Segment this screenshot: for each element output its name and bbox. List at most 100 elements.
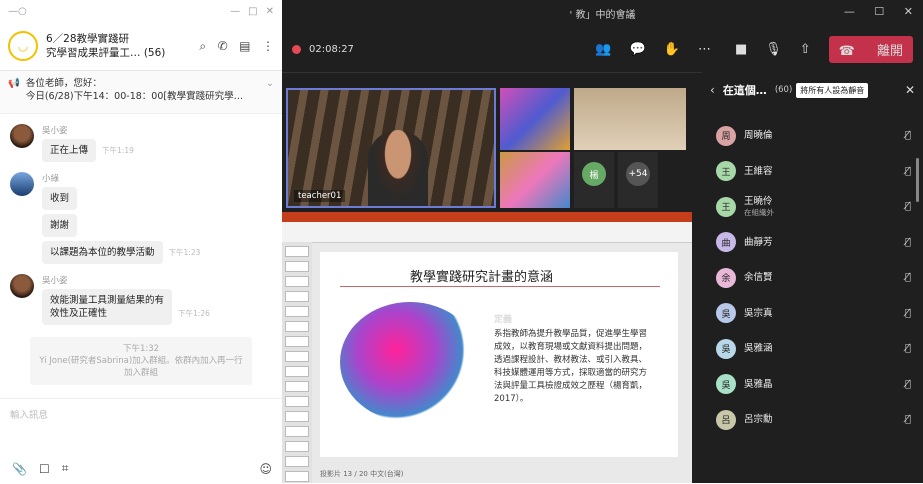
slide-thumbnail [285, 396, 309, 407]
mic-off-icon[interactable]: 🎙̸ [905, 343, 911, 354]
overflow-tile[interactable]: +54 [618, 152, 658, 208]
pinned-line1: 各位老師，您好： [25, 78, 102, 89]
system-time: 下午1:32 [122, 344, 160, 354]
message-text: 效性及正確性 [50, 308, 108, 319]
message-bubble[interactable]: 收到 [42, 187, 78, 210]
avatar-tile[interactable]: 楊 [574, 152, 614, 208]
participant-row[interactable]: 曲 曲靜芳 🎙̸ [702, 225, 923, 261]
participant-list[interactable]: 周 周曉倫 🎙̸ 王 王維容 🎙̸ 王 王曉伶 在組織外 🎙̸ 曲 曲靜芳 🎙̸ … [702, 118, 923, 438]
mic-off-icon[interactable]: 🎙̸ [905, 272, 911, 283]
message-item: 吳小姿 效能測量工具測量結果的有 效性及正確性 下午1:26 [10, 274, 272, 329]
message-bubble[interactable]: 謝謝 [42, 214, 78, 237]
reactions-icon[interactable]: ✋ [664, 42, 680, 57]
more-actions-icon[interactable]: ⋯ [698, 42, 711, 57]
message-bubble[interactable]: 正在上傳 [42, 139, 97, 162]
slide-thumbnail [285, 291, 309, 302]
avatar[interactable] [10, 172, 34, 196]
slide-thumbnail [285, 471, 309, 482]
participants-icon[interactable]: 👥 [595, 42, 611, 57]
close-button[interactable]: ✕ [266, 6, 274, 17]
mic-off-icon[interactable]: 🎙 [765, 42, 782, 57]
message-text: 收到 [50, 193, 70, 204]
message-bubble[interactable]: 效能測量工具測量結果的有 效性及正確性 [42, 289, 173, 325]
scrollbar[interactable] [916, 158, 919, 202]
more-icon[interactable]: ⋮ [262, 39, 274, 53]
screenshot-icon[interactable]: ⌗ [62, 461, 69, 476]
video-tile[interactable] [500, 152, 570, 208]
slide-thumbnail [285, 411, 309, 422]
camera-icon[interactable]: ■ [735, 42, 747, 57]
group-title[interactable]: 6／28教學實踐研 究學習成果評量工… (56) [46, 32, 191, 60]
attach-icon[interactable]: 📎 [12, 462, 27, 476]
slide-thumbnail [285, 426, 309, 437]
close-icon[interactable]: ✕ [905, 83, 915, 97]
mic-off-icon[interactable]: 🎙̸ [905, 379, 911, 390]
slide-thumbnail [285, 321, 309, 332]
message-text: 謝謝 [50, 220, 70, 231]
group-avatar[interactable]: ◡ [8, 31, 38, 61]
participant-subtitle: 在組織外 [744, 207, 774, 217]
mic-off-icon[interactable]: 🎙̸ [905, 130, 911, 141]
avatar: 呂 [716, 409, 736, 430]
participant-row[interactable]: 周 周曉倫 🎙̸ [702, 118, 923, 154]
participant-row[interactable]: 吳 吳雅涵 🎙̸ [702, 331, 923, 367]
video-tile-main[interactable]: teacher01 [286, 88, 496, 208]
emoji-icon[interactable]: ☺ [259, 462, 272, 476]
participant-row[interactable]: 余 余信賢 🎙̸ [702, 260, 923, 296]
slide-thumbnail [285, 261, 309, 272]
mute-all-button[interactable]: 將所有人設為靜音 [796, 82, 869, 98]
message-text: 以課題為本位的教學活動 [50, 247, 155, 258]
participant-row[interactable]: 王 王維容 🎙̸ [702, 154, 923, 190]
message-time: 下午1:26 [178, 309, 210, 318]
close-button[interactable]: ✕ [904, 5, 913, 18]
participant-row[interactable]: 王 王曉伶 在組織外 🎙̸ [702, 189, 923, 225]
notes-icon[interactable]: ▤ [239, 39, 250, 53]
slide-subtitle: 定義 [494, 315, 513, 325]
slide-thumbnail [285, 441, 309, 452]
avatar: 余 [716, 267, 736, 288]
maximize-button[interactable]: ☐ [874, 5, 884, 18]
mic-off-icon[interactable]: 🎙̸ [905, 237, 911, 248]
minimize-button[interactable]: — [230, 6, 240, 17]
phone-icon[interactable]: ✆ [218, 39, 228, 53]
group-title-line1: 6／28教學實踐研 [46, 33, 130, 45]
message-list[interactable]: 吳小姿 正在上傳 下午1:19 小綠 收到 謝謝 以課題為本位的教學活動下午1:2… [0, 114, 282, 397]
slide-thumbnail [285, 381, 309, 392]
avatar[interactable] [10, 274, 34, 298]
overflow-count: +54 [626, 162, 650, 186]
participant-name: 吳宗真 [744, 307, 773, 319]
video-tile[interactable] [500, 88, 570, 150]
participant-row[interactable]: 呂 呂宗勳 🎙̸ [702, 402, 923, 438]
chevron-left-icon[interactable]: ‹ [710, 83, 715, 97]
participant-row[interactable]: 吳 吳宗真 🎙̸ [702, 296, 923, 332]
pinned-line2: 今日(6/28)下午14：00-18：00[教學實踐研究學… [25, 91, 244, 102]
minimize-button[interactable]: — [844, 5, 855, 18]
mic-off-icon[interactable]: 🎙̸ [905, 166, 911, 177]
mic-off-icon[interactable]: 🎙̸ [905, 308, 911, 319]
search-icon[interactable]: ⌕ [199, 39, 206, 53]
avatar[interactable] [10, 124, 34, 148]
shared-screen[interactable]: 教學實踐研究計畫的意涵 定義 系指教師為提升教學品質，促進學生學習成效，以教育現… [282, 212, 692, 483]
leave-button[interactable]: ☎ 離開 [828, 35, 913, 63]
mic-off-icon[interactable]: 🎙̸ [905, 201, 911, 212]
chat-icon[interactable]: 💬 [630, 42, 646, 57]
message-bubble[interactable]: 以課題為本位的教學活動 [42, 241, 163, 264]
participant-row[interactable]: 吳 吳雅晶 🎙̸ [702, 367, 923, 403]
participants-panel: ‹ 在這個… (60) 將所有人設為靜音 ✕ 周 周曉倫 🎙̸ 王 王維容 🎙̸… [702, 72, 923, 483]
message-time: 下午1:23 [168, 248, 201, 257]
recording-icon [292, 44, 301, 54]
message-item: 吳小姿 正在上傳 下午1:19 [10, 124, 272, 166]
message-text: 效能測量工具測量結果的有 [50, 295, 165, 306]
sender-name: 小綠 [42, 174, 60, 184]
chevron-down-icon[interactable]: ⌄ [266, 77, 274, 107]
message-input[interactable]: 輸入訊息 [0, 399, 282, 429]
title-underline [340, 286, 660, 287]
speaker-video [368, 130, 428, 206]
video-tile[interactable] [574, 88, 686, 150]
mic-off-icon[interactable]: 🎙̸ [905, 414, 911, 425]
slide-thumbnail [285, 246, 309, 257]
bookmark-icon[interactable]: ☐ [39, 462, 50, 476]
maximize-button[interactable]: □ [248, 6, 257, 17]
share-icon[interactable]: ⇧ [800, 42, 811, 57]
pinned-announcement[interactable]: 📢 各位老師，您好： 今日(6/28)下午14：00-18：00[教學實踐研究學… [0, 71, 282, 114]
